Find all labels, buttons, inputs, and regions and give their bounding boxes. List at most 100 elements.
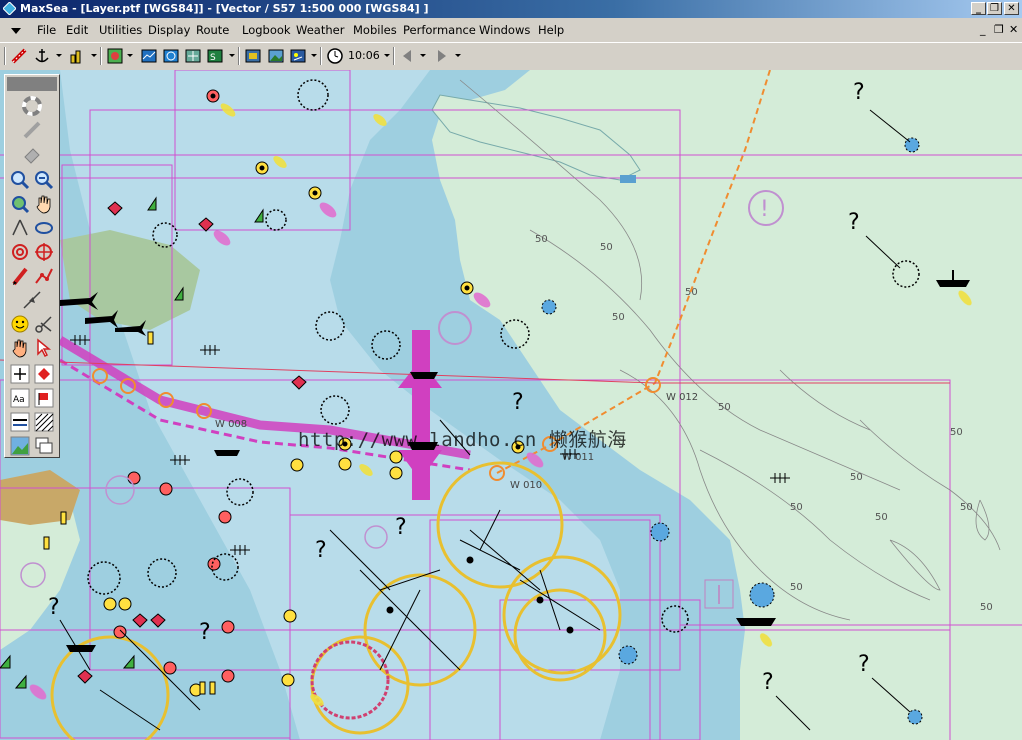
menu-help[interactable]: Help xyxy=(538,23,564,37)
minimize-button[interactable]: _ xyxy=(971,2,986,15)
mdi-close-button[interactable]: ✕ xyxy=(1009,23,1018,36)
depth-label: 50 xyxy=(600,242,613,253)
system-menu-icon[interactable] xyxy=(10,26,22,36)
svg-text:!: ! xyxy=(760,197,769,222)
pencil-icon[interactable] xyxy=(21,119,43,141)
lifebuoy-icon[interactable] xyxy=(21,95,43,117)
menu-file[interactable]: File xyxy=(37,23,56,37)
unknown-object-marker[interactable]: ? xyxy=(762,670,774,695)
layers-dropdown[interactable] xyxy=(127,54,133,57)
depth-label: 50 xyxy=(535,234,548,245)
weather-layer-icon[interactable] xyxy=(289,47,307,65)
window-icon[interactable] xyxy=(33,435,55,457)
zoom-in-icon[interactable] xyxy=(9,169,31,191)
unknown-object-marker[interactable]: ? xyxy=(512,390,524,415)
layers-icon[interactable] xyxy=(106,47,124,65)
menu-logbook[interactable]: Logbook xyxy=(242,23,291,37)
clock-icon[interactable] xyxy=(326,47,344,65)
svg-text:S: S xyxy=(210,53,216,63)
menu-mobiles[interactable]: Mobiles xyxy=(353,23,397,37)
forward-icon[interactable] xyxy=(432,47,450,65)
pan-hand-icon[interactable] xyxy=(33,193,55,215)
menu-bar: File Edit Utilities Display Route Logboo… xyxy=(0,19,1022,41)
anchor-icon[interactable] xyxy=(33,47,51,65)
zoom-out-icon[interactable] xyxy=(33,169,55,191)
smiley-icon[interactable] xyxy=(9,313,31,335)
image-icon[interactable] xyxy=(9,435,31,457)
waypoint-label-w012: W 012 xyxy=(666,392,698,403)
anchor-dropdown[interactable] xyxy=(56,54,62,57)
eraser-icon[interactable] xyxy=(21,143,43,165)
forward-dropdown[interactable] xyxy=(455,54,461,57)
unknown-object-marker[interactable]: ? xyxy=(853,80,865,105)
rotate-icon[interactable] xyxy=(33,217,55,239)
target-icon[interactable] xyxy=(9,241,31,263)
pier xyxy=(620,175,636,183)
weather-dropdown[interactable] xyxy=(311,54,317,57)
mdi-minimize-button[interactable]: _ xyxy=(980,23,986,36)
scissors-icon[interactable] xyxy=(33,313,55,335)
waypoint-label-w008: W 008 xyxy=(215,419,247,430)
watermark-text: http://www.landho.cn 懒猴航海 xyxy=(298,429,627,451)
measure-icon[interactable] xyxy=(9,217,31,239)
zoom-box-icon[interactable] xyxy=(9,193,31,215)
toolbar-separator xyxy=(393,47,395,65)
grid-icon[interactable] xyxy=(244,47,262,65)
back-icon[interactable] xyxy=(399,47,417,65)
line-style-icon[interactable] xyxy=(9,411,31,433)
back-dropdown[interactable] xyxy=(420,54,426,57)
unknown-object-marker[interactable]: ? xyxy=(395,515,407,540)
crosshair-icon[interactable] xyxy=(33,241,55,263)
toolbar-separator xyxy=(238,47,240,65)
boat-icon[interactable] xyxy=(21,289,43,311)
pattern-icon[interactable] xyxy=(33,411,55,433)
grib-icon[interactable] xyxy=(184,47,202,65)
window-title: MaxSea - [Layer.ptf [WGS84]] - [Vector /… xyxy=(20,2,429,15)
unknown-object-marker[interactable]: ? xyxy=(199,620,211,645)
image-layer-icon[interactable] xyxy=(267,47,285,65)
unknown-object-marker[interactable]: ? xyxy=(315,538,327,563)
mdi-restore-button[interactable]: ❐ xyxy=(994,23,1004,36)
chart-icon[interactable] xyxy=(140,47,158,65)
nautical-chart-view[interactable]: 50 50 50 50 50 50 50 50 50 50 50 50 W 01… xyxy=(0,70,1022,740)
depth-label: 50 xyxy=(718,402,731,413)
toolbar-grip xyxy=(4,47,6,65)
menu-windows[interactable]: Windows xyxy=(479,23,530,37)
tide-icon[interactable] xyxy=(68,47,86,65)
route-icon[interactable] xyxy=(33,265,55,287)
tool-palette: Aa xyxy=(4,74,60,458)
unknown-object-marker[interactable]: ? xyxy=(858,652,870,677)
hand-select-icon[interactable] xyxy=(9,337,31,359)
flag-icon[interactable] xyxy=(33,387,55,409)
text-icon[interactable]: Aa xyxy=(9,387,31,409)
menu-performance[interactable]: Performance xyxy=(403,23,476,37)
menu-display[interactable]: Display xyxy=(148,23,190,37)
overlay-icon[interactable]: S xyxy=(206,47,224,65)
depth-label: 50 xyxy=(612,312,625,323)
cross-icon[interactable] xyxy=(9,363,31,385)
unknown-object-marker[interactable]: ? xyxy=(48,595,60,620)
menu-utilities[interactable]: Utilities xyxy=(99,23,142,37)
restore-button[interactable]: ❐ xyxy=(987,2,1002,15)
chart-canvas[interactable]: 50 50 50 50 50 50 50 50 50 50 50 50 W 01… xyxy=(0,70,1022,740)
depth-label: 50 xyxy=(850,472,863,483)
diamond-icon[interactable] xyxy=(33,363,55,385)
palette-titlebar[interactable] xyxy=(7,77,57,91)
tide-dropdown[interactable] xyxy=(91,54,97,57)
time-display[interactable]: 10:06 xyxy=(348,49,380,62)
waypoint-label-w010: W 010 xyxy=(510,480,542,491)
ruler-icon[interactable] xyxy=(10,47,28,65)
title-bar: MaxSea - [Layer.ptf [WGS84]] - [Vector /… xyxy=(0,0,1022,18)
menu-edit[interactable]: Edit xyxy=(66,23,88,37)
toolbar-separator xyxy=(100,47,102,65)
menu-weather[interactable]: Weather xyxy=(296,23,344,37)
draw-icon[interactable] xyxy=(9,265,31,287)
overlay-dropdown[interactable] xyxy=(229,54,235,57)
depth-label: 50 xyxy=(790,582,803,593)
unknown-object-marker[interactable]: ? xyxy=(848,210,860,235)
close-button[interactable]: ✕ xyxy=(1004,2,1019,15)
time-dropdown[interactable] xyxy=(384,54,390,57)
pointer-icon[interactable] xyxy=(33,337,55,359)
radar-icon[interactable] xyxy=(162,47,180,65)
menu-route[interactable]: Route xyxy=(196,23,229,37)
